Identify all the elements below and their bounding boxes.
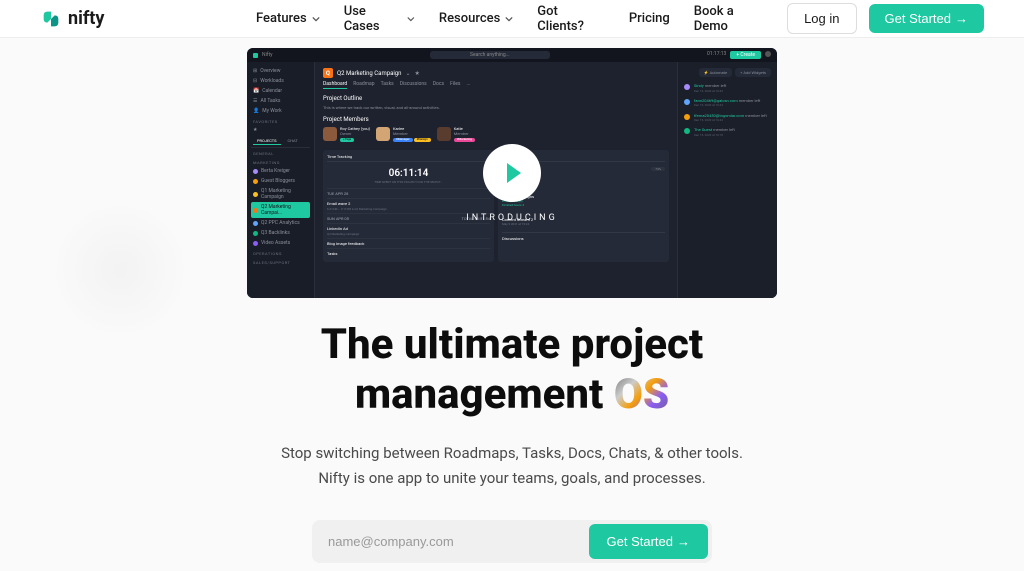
get-started-button[interactable]: Get Started → — [869, 4, 984, 33]
introducing-label: INTRODUCING — [466, 213, 557, 223]
nav-got-clients[interactable]: Got Clients? — [537, 4, 605, 34]
chevron-down-icon — [505, 15, 513, 23]
nav-pricing[interactable]: Pricing — [629, 11, 670, 26]
sidebar-workloads: ⊟Workloads — [251, 76, 310, 86]
hero-section: Nifty Search anything... 01:17:13 + Crea… — [0, 38, 1024, 563]
add-widgets-btn: + Add Widgets — [735, 68, 771, 77]
nav-use-cases[interactable]: Use Cases — [344, 4, 415, 34]
project-header: Q Q2 Marketing Campaign ⌄ ★ — [323, 68, 669, 78]
favorites-label: FAVORITES — [251, 116, 310, 125]
chevron-down-icon — [312, 15, 320, 23]
logo-icon — [40, 8, 62, 30]
sidebar-overview: ⊞Overview — [251, 66, 310, 76]
os-gradient-text: OS — [614, 370, 669, 419]
play-icon — [507, 163, 521, 183]
sidebar-project: Video Assets — [251, 238, 310, 248]
app-logo-mini — [253, 53, 258, 58]
create-button-mini: + Create — [730, 51, 761, 59]
sidebar-my-work: 👤My Work — [251, 106, 310, 116]
sidebar-project: Q3 Backlinks — [251, 228, 310, 238]
sidebar-user: Berta Kreiger — [251, 166, 310, 176]
tab-discussions: Discussions — [400, 81, 427, 89]
activity-item: The Guest member left Dec 15, 2020 at 10… — [684, 127, 771, 137]
activity-panel: ⚡ Automate + Add Widgets Sindy member le… — [677, 62, 777, 298]
sidebar-project: Guest Bloggers — [251, 176, 310, 186]
logo[interactable]: nifty — [40, 8, 104, 30]
email-form: Get Started → — [312, 520, 712, 563]
tab-roadmap: Roadmap — [353, 81, 374, 89]
avatar — [376, 127, 390, 141]
operations-label: OPERATIONS — [251, 248, 310, 257]
activity-item: tferna20450@tngomlar.com member left Dec… — [684, 113, 771, 123]
sidebar-project-active: Q2 Marketing Campai... — [251, 202, 310, 218]
nav-features[interactable]: Features — [256, 11, 320, 26]
sidebar-project: Q1 Marketing Campaign — [251, 186, 310, 202]
video-preview[interactable]: Nifty Search anything... 01:17:13 + Crea… — [247, 48, 777, 298]
avatar — [437, 127, 451, 141]
avatar — [323, 127, 337, 141]
members-title: Project Members — [323, 116, 669, 123]
activity-item: Sindy member left Dec 15, 2020 at 10:43 — [684, 83, 771, 93]
arrow-right-icon: → — [955, 11, 968, 26]
chevron-down-icon — [407, 15, 415, 23]
automate-btn: ⚡ Automate — [699, 68, 732, 77]
tab-more: ... — [467, 81, 471, 89]
member-item: Katie Member #Marketing — [437, 126, 475, 142]
email-submit-button[interactable]: Get Started → — [589, 524, 708, 559]
navbar: nifty Features Use Cases Resources Got C… — [0, 0, 1024, 38]
email-input[interactable] — [316, 524, 589, 559]
arrow-right-icon: → — [677, 534, 690, 549]
marketing-label: MARKETING — [251, 157, 310, 166]
tab-tasks: Tasks — [381, 81, 394, 89]
project-name: Q2 Marketing Campaign — [337, 70, 402, 77]
hero-description: Stop switching between Roadmaps, Tasks, … — [281, 441, 743, 492]
tab-files: Files — [450, 81, 460, 89]
member-item: Roy Cathey (you) Owner +Tags — [323, 126, 370, 142]
project-tabs: Dashboard Roadmap Tasks Discussions Docs… — [323, 81, 669, 89]
time-tracking-panel: Time Tracking 06:11:14 TIME SPENT ON THI… — [323, 150, 494, 262]
outline-desc: This is where we track our written, visu… — [323, 105, 669, 110]
app-topbar: Nifty Search anything... 01:17:13 + Crea… — [247, 48, 777, 62]
nav-links: Features Use Cases Resources Got Clients… — [256, 4, 768, 34]
app-sidebar: ⊞Overview ⊟Workloads 📅Calendar ☰All Task… — [247, 62, 315, 298]
member-item: Karlee Member #Manager #Design — [376, 126, 431, 142]
logo-text: nifty — [68, 8, 104, 29]
activity-item: fann20469@galosn.com member left Dec 15,… — [684, 98, 771, 108]
project-members: Roy Cathey (you) Owner +Tags Karlee Memb… — [323, 126, 669, 142]
sidebar-project: Q2 PPC Analytics — [251, 218, 310, 228]
search-bar: Search anything... — [430, 51, 550, 59]
projects-tab: PROJECTS — [253, 137, 281, 145]
chat-tab: CHAT — [284, 137, 302, 145]
avatar-mini — [765, 51, 771, 57]
sales-label: SALES/SUPPORT — [251, 257, 310, 266]
hero-title: The ultimate project management OS — [321, 320, 703, 421]
general-label: GENERAL — [251, 148, 310, 157]
outline-title: Project Outline — [323, 95, 669, 102]
fav-star: ★ — [251, 125, 310, 135]
nav-book-demo[interactable]: Book a Demo — [694, 4, 768, 34]
nav-actions: Log in Get Started → — [787, 3, 984, 34]
nav-resources[interactable]: Resources — [439, 11, 513, 26]
tab-dashboard: Dashboard — [323, 81, 347, 89]
sidebar-all-tasks: ☰All Tasks — [251, 96, 310, 106]
sidebar-calendar: 📅Calendar — [251, 86, 310, 96]
login-button[interactable]: Log in — [787, 3, 856, 34]
play-button[interactable] — [483, 144, 541, 202]
project-letter: Q — [323, 68, 333, 78]
app-main: Q Q2 Marketing Campaign ⌄ ★ Dashboard Ro… — [315, 62, 777, 298]
time-value: 06:11:14 — [327, 165, 490, 180]
tab-docs: Docs — [433, 81, 444, 89]
